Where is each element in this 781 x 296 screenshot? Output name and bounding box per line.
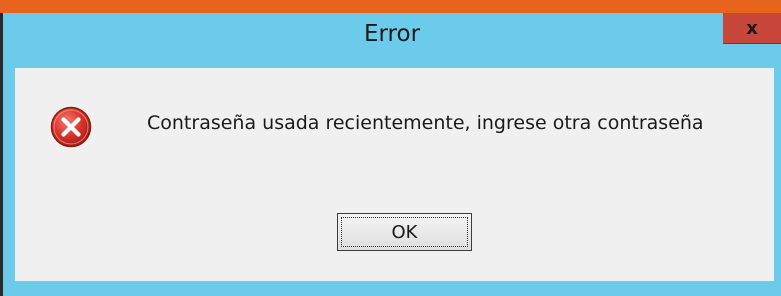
dialog-body: Contraseña usada recientemente, ingrese … [15,68,774,281]
close-icon: x [746,17,758,39]
error-dialog: Error x Contraseña usada recientemente, … [0,13,781,296]
ok-button-label: OK [391,221,418,243]
error-icon [50,106,92,148]
ok-button[interactable]: OK [337,213,472,251]
title-bar[interactable]: Error x [3,13,781,68]
error-message: Contraseña usada recientemente, ingrese … [147,112,704,134]
dialog-title: Error [363,21,421,47]
close-button[interactable]: x [723,13,781,44]
